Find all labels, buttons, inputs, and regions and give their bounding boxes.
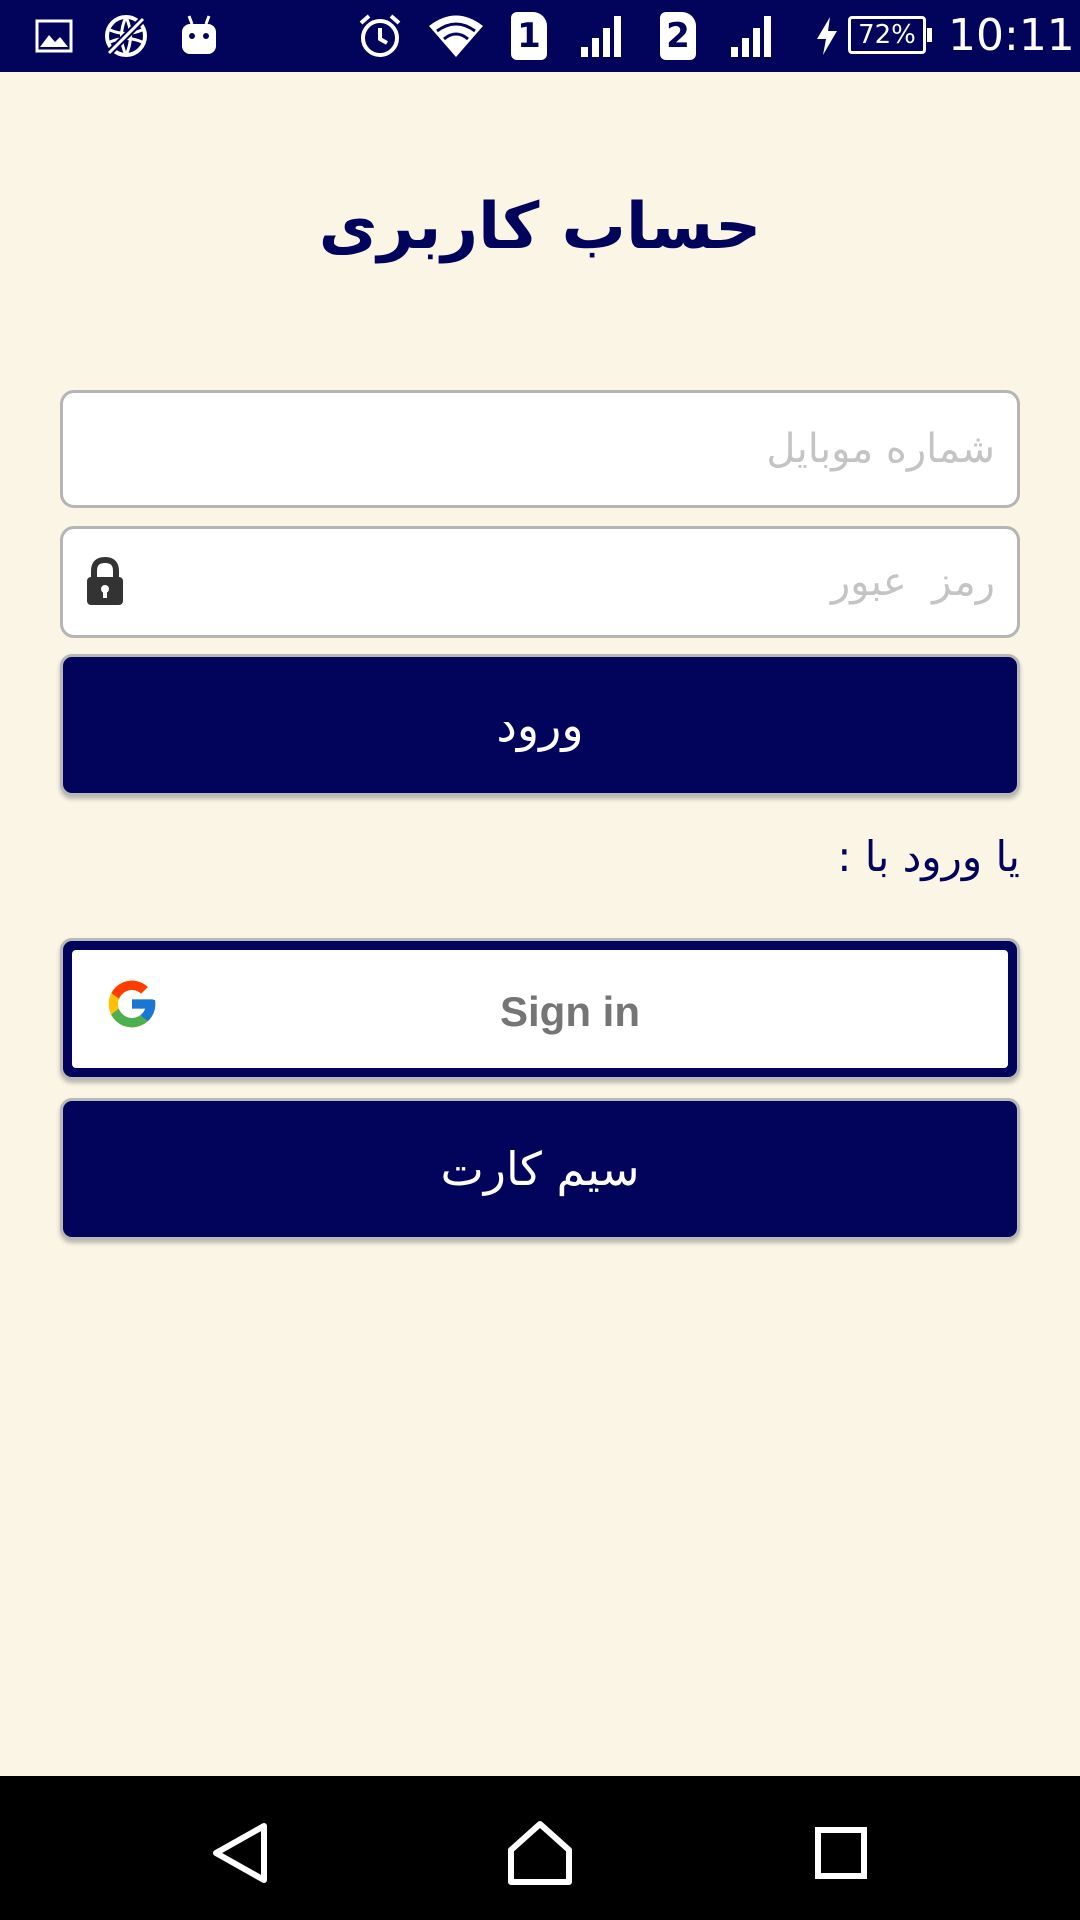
clock: 10:11 bbox=[948, 10, 1075, 61]
battery-indicator: 72% bbox=[848, 16, 932, 54]
google-sign-in-button[interactable]: Sign in bbox=[60, 938, 1020, 1080]
mobile-field-container bbox=[60, 390, 1020, 508]
google-button-inner: Sign in bbox=[72, 950, 1008, 1068]
mobile-input[interactable] bbox=[63, 393, 1017, 505]
login-button[interactable]: ورود bbox=[60, 654, 1020, 796]
back-icon[interactable] bbox=[206, 1818, 276, 1888]
google-sign-in-label: Sign in bbox=[500, 988, 640, 1035]
navigation-bar bbox=[0, 1776, 1080, 1920]
signal-icon bbox=[578, 8, 628, 64]
lock-icon bbox=[85, 556, 125, 613]
charging-icon bbox=[812, 8, 842, 64]
wifi-icon bbox=[426, 8, 486, 64]
signal-icon bbox=[728, 8, 778, 64]
gallery-icon bbox=[34, 8, 74, 64]
android-icon bbox=[178, 8, 220, 64]
login-screen: 1 2 72% 10:11 حساب کاربری شماره موبایل و… bbox=[0, 0, 1080, 1920]
no-data-icon bbox=[102, 8, 150, 64]
sim1-badge: 1 bbox=[511, 12, 547, 60]
home-icon[interactable] bbox=[505, 1818, 575, 1888]
or-login-with-label: یا ورود با : bbox=[837, 832, 1020, 881]
status-bar: 1 2 72% 10:11 bbox=[0, 0, 1080, 72]
password-input[interactable] bbox=[63, 529, 1017, 635]
page-title: حساب کاربری bbox=[318, 190, 762, 264]
simcard-button-label: سیم کارت bbox=[440, 1142, 640, 1196]
recents-icon[interactable] bbox=[806, 1818, 876, 1888]
simcard-login-button[interactable]: سیم کارت bbox=[60, 1098, 1020, 1240]
sim2-badge: 2 bbox=[660, 12, 696, 60]
password-field-container bbox=[60, 526, 1020, 638]
login-button-label: ورود bbox=[496, 698, 584, 752]
alarm-icon bbox=[356, 8, 404, 64]
